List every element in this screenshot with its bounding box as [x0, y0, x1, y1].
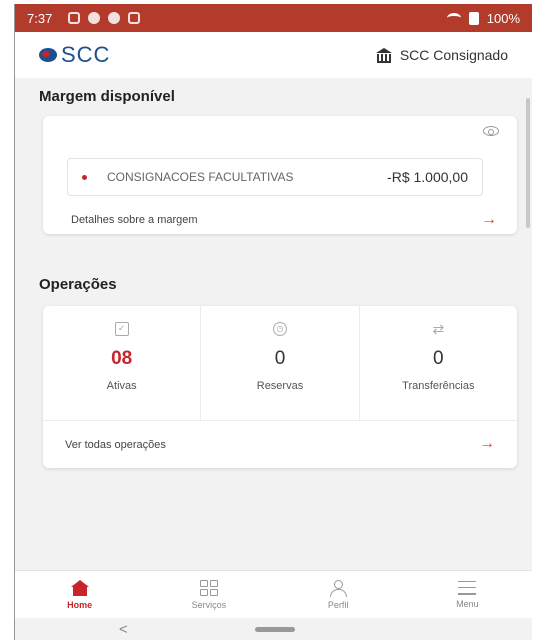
- notification-icon: [128, 12, 141, 24]
- nav-label: Perfil: [327, 599, 349, 610]
- org-name: SCC Consignado: [399, 47, 508, 63]
- operation-transferencias[interactable]: ⇄ 0 Transferências: [360, 306, 517, 420]
- operations-section-title: Operações: [39, 276, 117, 293]
- nav-label: Home: [67, 599, 93, 610]
- logo-icon: [39, 48, 57, 62]
- menu-icon: [458, 580, 477, 595]
- nav-label: Serviços: [191, 599, 227, 610]
- grid-icon: [199, 579, 218, 596]
- nav-menu[interactable]: Menu: [403, 571, 532, 618]
- back-icon[interactable]: <: [119, 621, 128, 638]
- screenshot-frame: 7:37 100% SCC SCC Consignado Margem disp…: [0, 0, 534, 642]
- nav-label: Menu: [456, 598, 479, 609]
- arrow-right-icon[interactable]: →: [481, 212, 497, 228]
- margin-details-link[interactable]: Detalhes sobre a margem: [71, 214, 198, 226]
- see-all-operations-link[interactable]: Ver todas operações: [65, 439, 166, 451]
- battery-level: 100%: [486, 10, 520, 26]
- operation-count: 0: [274, 348, 286, 369]
- battery-icon: [468, 11, 479, 25]
- nav-home[interactable]: Home: [15, 571, 144, 618]
- operation-ativas[interactable]: ✓ 08 Ativas: [43, 306, 202, 420]
- home-icon: [70, 579, 89, 596]
- eye-icon[interactable]: [483, 126, 499, 136]
- system-navigation-bar: <: [15, 618, 532, 640]
- status-right: 100%: [446, 10, 520, 26]
- notification-icon: [88, 12, 101, 24]
- operation-label: Transferências: [402, 380, 475, 392]
- scrollbar[interactable]: [526, 98, 530, 228]
- nav-perfil[interactable]: Perfil: [274, 571, 403, 618]
- operations-footer[interactable]: Ver todas operações →: [43, 420, 517, 468]
- status-bar: 7:37 100%: [15, 4, 532, 32]
- nav-servicos[interactable]: Serviços: [144, 571, 273, 618]
- bullet-icon: [82, 174, 87, 180]
- operation-label: Reservas: [256, 380, 304, 392]
- brand-name: SCC: [61, 42, 111, 67]
- margin-card: CONSIGNACOES FACULTATIVAS -R$ 1.000,00 D…: [43, 116, 517, 234]
- phone-screen: 7:37 100% SCC SCC Consignado Margem disp…: [14, 4, 532, 640]
- wifi-icon: [446, 13, 461, 23]
- notification-icon: [68, 12, 81, 24]
- arrow-right-icon[interactable]: →: [479, 436, 495, 452]
- person-icon: [330, 579, 348, 597]
- margin-item[interactable]: CONSIGNACOES FACULTATIVAS -R$ 1.000,00: [67, 158, 483, 196]
- operation-count: 0: [433, 348, 444, 369]
- margin-section-title: Margem disponível: [39, 88, 175, 105]
- margin-item-name: CONSIGNACOES FACULTATIVAS: [107, 170, 294, 184]
- operations-card: ✓ 08 Ativas ◷ 0 Reservas ⇄ 0 Transferênc…: [43, 306, 517, 468]
- notification-icon: [108, 12, 121, 24]
- clock-icon: ◷: [272, 322, 287, 336]
- margin-item-value: -R$ 1.000,00: [387, 169, 468, 185]
- operation-count: 08: [111, 348, 133, 369]
- bank-icon: [375, 48, 392, 63]
- main-content: Margem disponível CONSIGNACOES FACULTATI…: [15, 78, 532, 570]
- check-square-icon: ✓: [114, 322, 129, 336]
- transfer-icon: ⇄: [432, 321, 445, 337]
- bottom-navigation: Home Serviços Perfil Menu: [15, 570, 532, 618]
- brand-logo[interactable]: SCC: [39, 42, 110, 68]
- home-gesture-pill[interactable]: [255, 627, 295, 632]
- org-selector[interactable]: SCC Consignado: [375, 47, 508, 63]
- operations-grid: ✓ 08 Ativas ◷ 0 Reservas ⇄ 0 Transferênc…: [43, 306, 517, 420]
- app-header: SCC SCC Consignado: [15, 32, 532, 78]
- operation-label: Ativas: [106, 380, 137, 392]
- operation-reservas[interactable]: ◷ 0 Reservas: [201, 306, 360, 420]
- status-time: 7:37: [27, 10, 53, 26]
